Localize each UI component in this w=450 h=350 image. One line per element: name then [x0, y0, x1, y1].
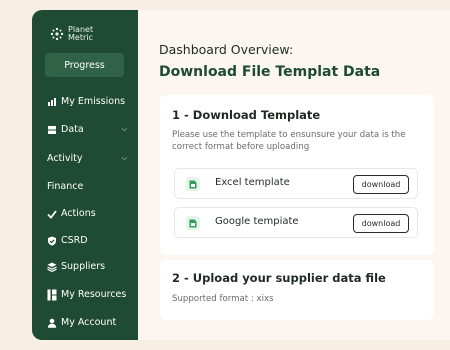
sidebar-item-label: Finance — [47, 181, 84, 192]
page-title: Download File Templat Data — [159, 64, 381, 80]
logo-line-2: Metric — [68, 33, 93, 42]
sidebar-item-csrd[interactable]: CSRD — [47, 235, 127, 246]
sidebar-item-label: Actions — [61, 208, 96, 219]
chevron-down-icon: ⌵ — [121, 154, 127, 162]
sidebar-item-label: Activity — [47, 153, 83, 164]
bar-chart-icon — [47, 97, 57, 107]
download-template-card: 1 - Download Template Please use the tem… — [160, 95, 434, 255]
sidebar-item-label: CSRD — [61, 235, 88, 246]
step2-description: Supported format : xixs — [172, 294, 274, 304]
overview-title: Dashboard Overview: — [159, 42, 294, 57]
layers-icon — [47, 262, 57, 272]
excel-template-row: Excel template download — [174, 168, 418, 199]
step1-title: 1 - Download Template — [172, 108, 321, 122]
sidebar-item-my-emissions[interactable]: My Emissions — [47, 96, 127, 107]
shield-check-icon — [47, 236, 57, 246]
chevron-down-icon: ⌵ — [121, 125, 127, 133]
main-content: Dashboard Overview: Download File Templa… — [138, 10, 450, 340]
sidebar-item-actions[interactable]: Actions — [47, 208, 127, 219]
user-icon — [47, 318, 57, 328]
planet-logo-icon — [50, 27, 64, 41]
sidebar-item-data[interactable]: Data ⌵ — [47, 124, 127, 135]
excel-template-label: Excel template — [215, 177, 290, 188]
sidebar: Planet Metric Progress My Emissions Data… — [32, 10, 138, 340]
step2-title: 2 - Upload your supplier data file — [172, 271, 386, 285]
sidebar-item-label: My Emissions — [61, 96, 126, 107]
step1-description: Please use the template to ensunsure you… — [172, 130, 406, 152]
sidebar-item-suppliers[interactable]: Suppliers — [47, 261, 127, 272]
check-icon — [47, 209, 57, 219]
sidebar-item-label: My Account — [61, 317, 117, 328]
database-icon — [47, 125, 57, 135]
book-icon — [47, 289, 57, 300]
sidebar-item-label: Data — [61, 124, 84, 135]
sidebar-item-label: My Resources — [61, 289, 127, 300]
download-google-button[interactable]: download — [353, 214, 409, 233]
download-excel-button[interactable]: download — [353, 175, 409, 194]
planet-metric-logo[interactable]: Planet Metric — [50, 26, 93, 42]
sidebar-item-my-account[interactable]: My Account — [47, 317, 127, 328]
upload-file-card: 2 - Upload your supplier data file Suppo… — [160, 260, 434, 320]
progress-button[interactable]: Progress — [45, 53, 124, 77]
google-template-label: Google tempiate — [215, 216, 299, 227]
sidebar-item-finance[interactable]: Finance — [47, 181, 127, 192]
sidebar-item-activity[interactable]: Activity ⌵ — [47, 153, 127, 164]
spreadsheet-icon — [186, 177, 200, 191]
sidebar-item-my-resources[interactable]: My Resources — [47, 289, 127, 300]
spreadsheet-icon — [186, 216, 200, 230]
google-template-row: Google tempiate download — [174, 207, 418, 238]
sidebar-item-label: Suppliers — [61, 261, 106, 272]
